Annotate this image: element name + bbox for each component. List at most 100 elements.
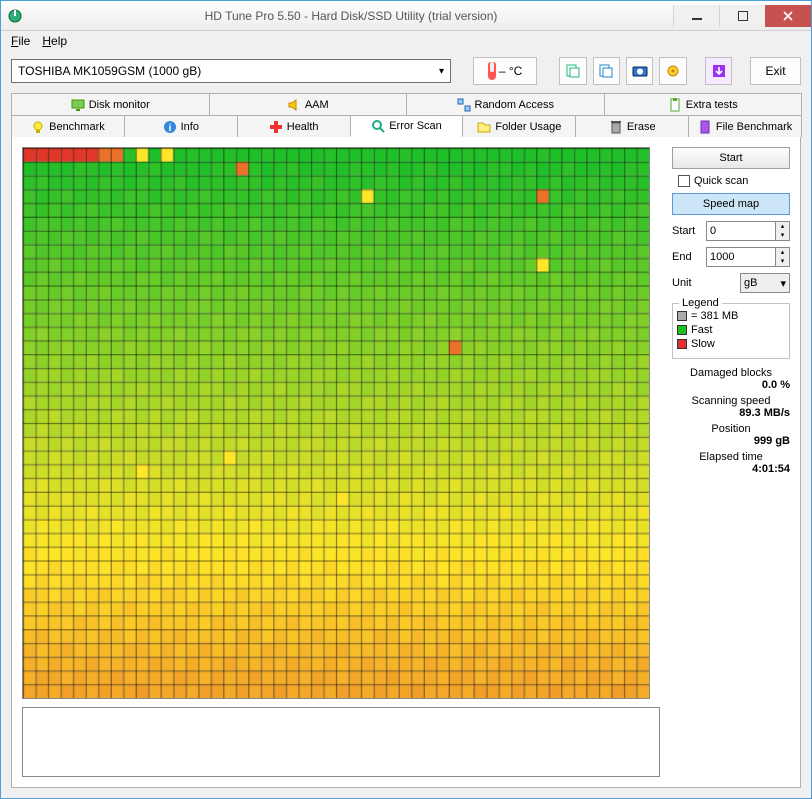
end-value: 1000 [707, 248, 775, 266]
app-window: HD Tune Pro 5.50 - Hard Disk/SSD Utility… [0, 0, 812, 799]
temperature-value: – °C [499, 64, 522, 78]
legend-fast-label: Fast [691, 324, 712, 336]
tab-label: File Benchmark [716, 121, 792, 133]
content-panel: Start Quick scan Speed map Start 0 ▴▾ En… [11, 137, 801, 788]
thermometer-icon [488, 62, 496, 80]
tab-random-access[interactable]: Random Access [406, 93, 605, 115]
speed-map-button[interactable]: Speed map [672, 193, 790, 215]
menu-help[interactable]: Help [42, 34, 67, 48]
elapsed-label: Elapsed time [672, 451, 790, 463]
speed-value: 89.3 MB/s [672, 407, 790, 419]
legend-swatch-block [677, 311, 687, 321]
unit-field: Unit gB ▾ [672, 273, 790, 293]
svg-text:i: i [168, 123, 171, 134]
end-field: End 1000 ▴▾ [672, 247, 790, 267]
info-icon: i [163, 120, 177, 134]
position-label: Position [672, 423, 790, 435]
window-buttons [673, 5, 811, 27]
legend-swatch-fast [677, 325, 687, 335]
tab-row-2: Benchmark i Info Health Error Scan Folder… [11, 115, 801, 137]
menu-file[interactable]: File [11, 34, 30, 48]
start-value: 0 [707, 222, 775, 240]
window-title: HD Tune Pro 5.50 - Hard Disk/SSD Utility… [29, 9, 673, 23]
tab-label: Random Access [475, 99, 554, 111]
tab-container: Disk monitor AAM Random Access Extra tes… [11, 93, 801, 137]
speaker-icon [287, 98, 301, 112]
tab-label: Health [287, 121, 319, 133]
drive-select[interactable]: TOSHIBA MK1059GSM (1000 gB) ▾ [11, 59, 451, 83]
legend-block-label: = 381 MB [691, 310, 738, 322]
tab-label: Erase [627, 121, 656, 133]
unit-value: gB [744, 277, 757, 289]
menubar: File Help [1, 31, 811, 51]
copy-info-button[interactable] [593, 57, 620, 85]
tab-benchmark[interactable]: Benchmark [11, 115, 125, 137]
minimize-button[interactable] [673, 5, 719, 27]
checkbox-icon [678, 175, 690, 187]
quick-scan-checkbox[interactable]: Quick scan [672, 175, 790, 187]
end-label: End [672, 251, 702, 263]
tab-label: Benchmark [49, 121, 105, 133]
side-panel: Start Quick scan Speed map Start 0 ▴▾ En… [672, 147, 790, 777]
folder-icon [477, 120, 491, 134]
checkbox-label: Quick scan [694, 175, 748, 187]
tab-info[interactable]: i Info [124, 115, 238, 137]
tab-extra-tests[interactable]: Extra tests [604, 93, 803, 115]
start-button[interactable]: Start [672, 147, 790, 169]
tab-label: AAM [305, 99, 329, 111]
tab-file-benchmark[interactable]: File Benchmark [688, 115, 802, 137]
legend-slow-label: Slow [691, 338, 715, 350]
legend-title: Legend [679, 297, 722, 309]
tab-erase[interactable]: Erase [575, 115, 689, 137]
file-bench-icon [698, 120, 712, 134]
titlebar: HD Tune Pro 5.50 - Hard Disk/SSD Utility… [1, 1, 811, 31]
random-icon [457, 98, 471, 112]
tab-disk-monitor[interactable]: Disk monitor [11, 93, 210, 115]
options-button[interactable] [659, 57, 686, 85]
tab-label: Error Scan [389, 120, 442, 132]
unit-label: Unit [672, 277, 702, 289]
tab-aam[interactable]: AAM [209, 93, 408, 115]
save-button[interactable] [705, 57, 732, 85]
speed-label: Scanning speed [672, 395, 790, 407]
stats: Damaged blocks 0.0 % Scanning speed 89.3… [672, 367, 790, 479]
tab-label: Folder Usage [495, 121, 561, 133]
tab-health[interactable]: Health [237, 115, 351, 137]
legend-box: Legend = 381 MB Fast Slow [672, 303, 790, 359]
chevron-down-icon: ▾ [780, 277, 786, 290]
damaged-value: 0.0 % [672, 379, 790, 391]
drive-select-value: TOSHIBA MK1059GSM (1000 gB) [18, 64, 201, 78]
log-box [22, 707, 660, 777]
spinner[interactable]: ▴▾ [775, 248, 789, 266]
tab-row-1: Disk monitor AAM Random Access Extra tes… [11, 93, 801, 115]
start-label: Start [672, 225, 702, 237]
tab-error-scan[interactable]: Error Scan [350, 115, 464, 137]
end-input[interactable]: 1000 ▴▾ [706, 247, 790, 267]
close-button[interactable] [765, 5, 811, 27]
start-input[interactable]: 0 ▴▾ [706, 221, 790, 241]
tab-label: Extra tests [686, 99, 738, 111]
damaged-label: Damaged blocks [672, 367, 790, 379]
temperature-display: – °C [473, 57, 538, 85]
spinner[interactable]: ▴▾ [775, 222, 789, 240]
map-wrap [22, 147, 660, 777]
speed-map-canvas [22, 147, 650, 699]
legend-swatch-slow [677, 339, 687, 349]
tab-label: Info [181, 121, 199, 133]
app-icon [7, 8, 23, 24]
elapsed-value: 4:01:54 [672, 463, 790, 475]
copy-text-button[interactable] [559, 57, 586, 85]
exit-button[interactable]: Exit [750, 57, 801, 85]
start-field: Start 0 ▴▾ [672, 221, 790, 241]
unit-select[interactable]: gB ▾ [740, 273, 790, 293]
tab-label: Disk monitor [89, 99, 150, 111]
monitor-icon [71, 98, 85, 112]
position-value: 999 gB [672, 435, 790, 447]
clipboard-icon [668, 98, 682, 112]
chevron-down-icon: ▾ [439, 66, 444, 77]
trash-icon [609, 120, 623, 134]
toolbar: TOSHIBA MK1059GSM (1000 gB) ▾ – °C Exit [1, 51, 811, 91]
tab-folder-usage[interactable]: Folder Usage [462, 115, 576, 137]
maximize-button[interactable] [719, 5, 765, 27]
screenshot-button[interactable] [626, 57, 653, 85]
